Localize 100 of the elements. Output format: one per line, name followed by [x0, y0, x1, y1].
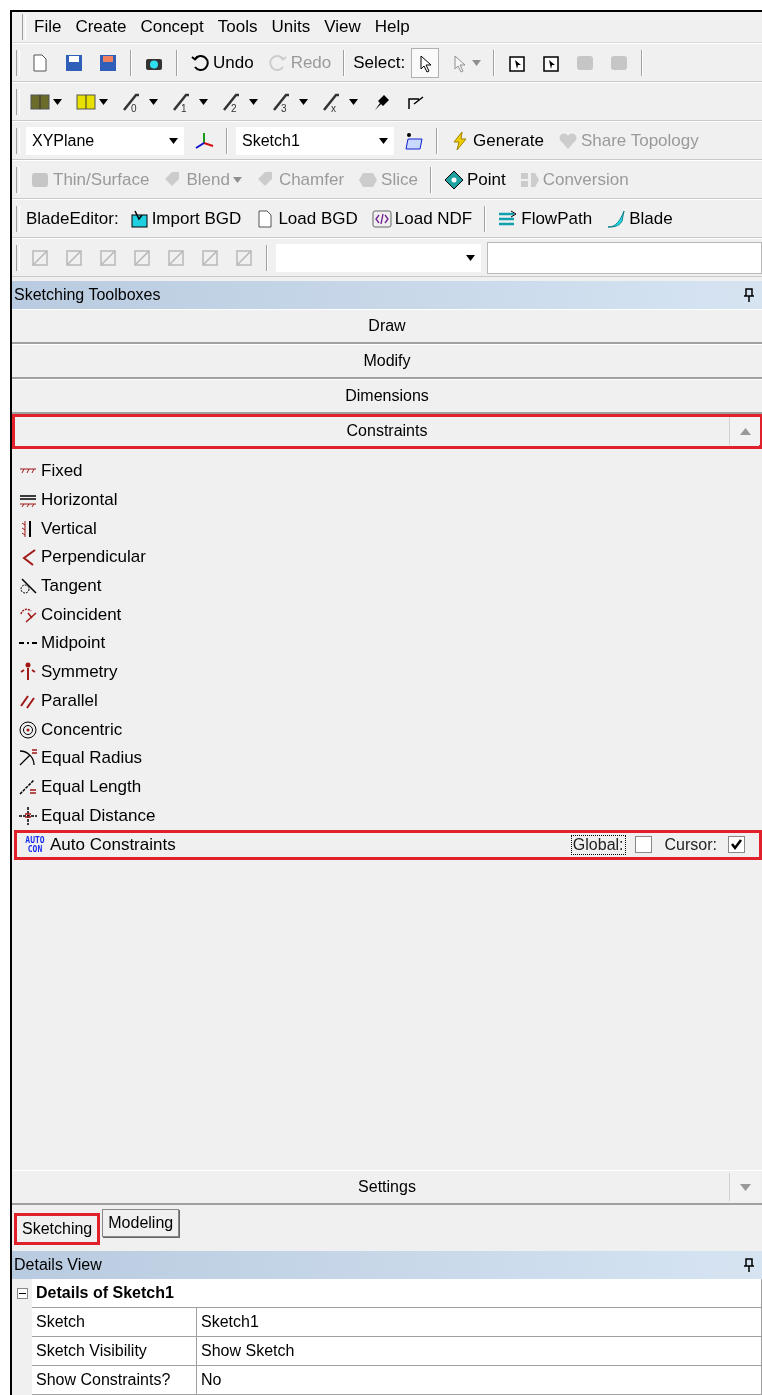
constraint-item[interactable]: Coincident	[12, 600, 762, 630]
property-value[interactable]: No	[197, 1366, 762, 1395]
toolbar-icon	[200, 247, 220, 268]
panel-title: Sketching Toolboxes	[14, 286, 161, 304]
save-icon	[98, 52, 118, 73]
pin-icon	[744, 288, 754, 302]
toolbar-icon	[64, 247, 84, 268]
checkbox[interactable]	[634, 836, 652, 854]
sketch-plane-icon	[404, 130, 424, 151]
constraint-item[interactable]: Perpendicular	[12, 543, 762, 572]
pin-icon	[744, 1258, 754, 1272]
save-icon	[64, 52, 84, 73]
tab[interactable]: Modeling	[102, 1209, 180, 1237]
tab[interactable]: Sketching	[14, 1213, 101, 1245]
property-name: Show Constraints?	[32, 1366, 197, 1395]
hatch-icon	[18, 468, 38, 475]
caret-icon	[466, 254, 475, 261]
code-icon	[371, 208, 392, 229]
toolbar-button[interactable]: Generate	[446, 125, 548, 156]
constraint-item[interactable]: Equal Distance	[12, 801, 762, 830]
menu-item[interactable]: Units	[265, 15, 317, 39]
menu-item[interactable]: View	[318, 15, 367, 39]
menu-item[interactable]: Create	[69, 15, 133, 39]
auto-icon: AUTO CON	[23, 835, 47, 854]
auto-constraints-label: Auto Constraints	[50, 834, 176, 855]
checkmark-icon	[730, 838, 743, 852]
constraint-item[interactable]: Vertical	[12, 514, 762, 544]
constraint-item[interactable]: Symmetry	[12, 657, 762, 687]
constraint-item[interactable]: Fixed	[12, 457, 762, 486]
toolbar-button[interactable]: Point	[439, 164, 510, 195]
line-tool-button[interactable]: 1	[168, 86, 212, 117]
menu-item[interactable]: Concept	[134, 15, 210, 39]
collapse-icon[interactable]	[16, 1288, 28, 1299]
property-value[interactable]: Show Sketch	[197, 1337, 762, 1366]
undo-icon	[190, 52, 210, 73]
lightning-icon	[450, 130, 470, 151]
property-name: Sketch Visibility	[32, 1337, 197, 1366]
toolbar-button[interactable]: Load BGD	[251, 203, 362, 234]
axes-icon	[194, 130, 214, 151]
toolbox-section-header[interactable]: Settings	[12, 1170, 762, 1205]
curve-icon	[606, 208, 627, 229]
constraint-item[interactable]: Concentric	[12, 715, 762, 744]
caret-up-icon	[739, 427, 751, 435]
toolbar-button[interactable]: Load NDF	[367, 203, 477, 234]
toolbar-icon	[234, 247, 254, 268]
panel-title: Details View	[14, 1256, 102, 1274]
input-field[interactable]	[487, 241, 762, 274]
symmetry-icon	[18, 662, 38, 683]
constraint-item[interactable]: Equal Radius	[12, 743, 762, 773]
checkbox[interactable]	[728, 836, 745, 854]
constraint-item[interactable]: Equal Length	[12, 772, 762, 802]
toolbar-icon	[166, 247, 186, 268]
toolbar-button[interactable]: Undo	[186, 47, 258, 78]
constraint-item[interactable]: Tangent	[12, 571, 762, 601]
tangent-icon	[18, 576, 38, 597]
slanted-line-icon	[222, 91, 242, 112]
toolbar-label: BladeEditor:	[26, 208, 119, 229]
line-tool-button[interactable]: 0	[118, 86, 162, 117]
toolbar-button[interactable]: FlowPath	[494, 203, 597, 234]
toolbar-button[interactable]	[411, 47, 440, 78]
toolbar-button[interactable]: Import BGD	[124, 203, 246, 234]
panel-icon	[30, 91, 50, 112]
caret-icon	[169, 137, 178, 144]
slanted-line-icon	[172, 91, 192, 112]
caret-icon	[379, 137, 388, 144]
line-tool-button[interactable]: 3	[268, 86, 312, 117]
toolbox-section-header[interactable]: Modify	[12, 344, 762, 379]
checkbox-label: Cursor:	[663, 834, 718, 855]
line-tool-button[interactable]: 2	[218, 86, 262, 117]
dropdown[interactable]: Sketch1	[236, 126, 394, 155]
concentric-icon	[18, 719, 38, 740]
checkbox-label: Global:	[570, 834, 626, 855]
constraint-item[interactable]: Parallel	[12, 686, 762, 716]
line-tool-button[interactable]: x	[318, 86, 362, 117]
scroll-up-button[interactable]	[729, 417, 760, 445]
dropdown[interactable]: XYPlane	[26, 126, 184, 155]
slanted-line-icon	[322, 91, 342, 112]
toolbar-label: Select:	[353, 52, 406, 73]
toolbar-button[interactable]: Blade	[602, 203, 677, 234]
constraint-item[interactable]: Midpoint	[12, 629, 762, 658]
menu-item[interactable]: Help	[368, 15, 416, 39]
slanted-line-icon	[272, 91, 292, 112]
slanted-line-icon	[122, 91, 142, 112]
panel-icon	[76, 91, 96, 112]
menu-item[interactable]: Tools	[211, 15, 264, 39]
caret-icon	[739, 1183, 751, 1191]
equal-distance-icon	[18, 805, 38, 826]
toolbar-icon	[30, 247, 50, 268]
redo-icon	[267, 52, 288, 73]
property-value[interactable]: Sketch1	[197, 1308, 762, 1337]
property-name: Sketch	[32, 1308, 197, 1337]
diamond-icon	[443, 169, 464, 190]
constraint-item[interactable]: Horizontal	[12, 485, 762, 515]
toolbar-icon	[98, 247, 118, 268]
document-icon	[30, 52, 50, 73]
toolbox-section-header[interactable]: Draw	[12, 309, 762, 344]
toolbox-section-header[interactable]: Dimensions	[12, 379, 762, 414]
group-header[interactable]: Details of Sketch1	[32, 1279, 762, 1308]
menu-item[interactable]: File	[28, 15, 68, 39]
toolbox-section-header[interactable]: Constraints	[12, 414, 762, 449]
